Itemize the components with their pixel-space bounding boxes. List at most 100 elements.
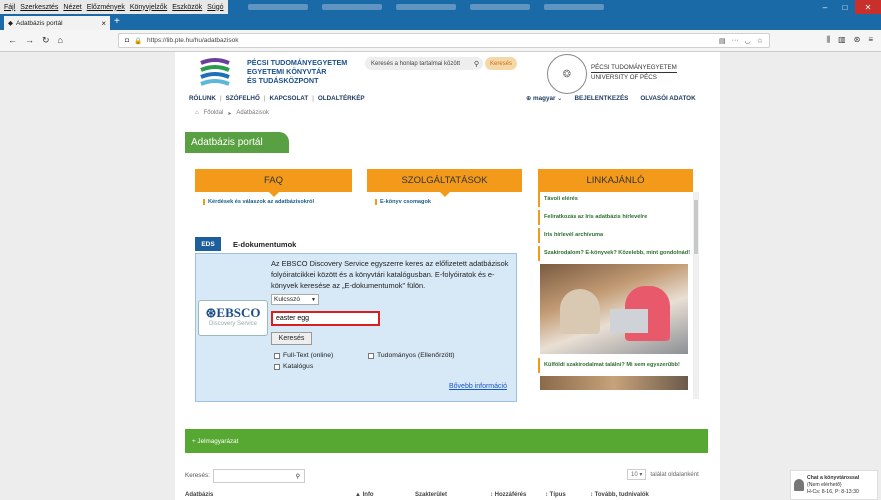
home-icon[interactable]: ⌂ <box>58 35 63 46</box>
link-list-scrollbar[interactable] <box>693 192 699 399</box>
eds-tab[interactable]: EDS <box>195 237 221 251</box>
menu-history[interactable]: Előzmények <box>87 4 125 11</box>
menu-tools[interactable]: Eszközök <box>172 4 202 11</box>
librarian-avatar-icon <box>794 479 804 491</box>
faq-link[interactable]: Kérdések és válaszok az adatbázisokról <box>203 199 314 205</box>
link-foreign-literature[interactable]: Külföldi szakirodalmat találni? Mi sem e… <box>538 358 698 373</box>
ebsco-brand: EBSCO <box>216 305 261 320</box>
catalog-label: Katalógus <box>283 363 314 370</box>
reader-view-icon[interactable]: ▤ <box>719 37 726 45</box>
language-select[interactable]: ⊕ magyar ⌄ <box>526 95 562 102</box>
catalog-checkbox[interactable]: Katalógus <box>274 363 313 370</box>
students-photo[interactable] <box>540 264 688 354</box>
maximize-icon[interactable]: □ <box>835 0 855 14</box>
main-nav: RÓLUNK | SZÓFELHŐ | KAPCSOLAT | OLDALTÉRKÉP <box>189 95 365 102</box>
menu-hamburger-icon[interactable]: ≡ <box>868 35 873 45</box>
chat-widget[interactable]: Chat a könyvtárossal (Nem elérhető) H-Cs… <box>790 470 878 500</box>
table-search-input[interactable]: ⚲ <box>213 469 305 483</box>
search-field-select[interactable]: Kulcsszó ▼ <box>271 294 319 305</box>
pocket-icon[interactable]: ◡ <box>745 37 751 45</box>
chat-status: (Nem elérhető) <box>807 481 842 488</box>
menu-list: Fájl Szerkesztés Nézet Előzmények Könyvj… <box>0 0 228 14</box>
site-search-placeholder: Keresés a honlap tartalmai között <box>371 60 461 67</box>
col-type[interactable]: ↕ Típus <box>545 492 590 498</box>
link-iris-subscribe[interactable]: Feliratkozás az Iris adatbázis hírlevélr… <box>538 210 698 225</box>
address-bar[interactable]: ◘ 🔒 https://lib.pte.hu/hu/adatbazisok ▤ … <box>118 33 770 48</box>
tab-favicon-icon: ◆ <box>8 20 13 27</box>
tab-title: Adatbázis portál <box>16 19 63 27</box>
forward-icon[interactable]: → <box>25 35 34 46</box>
more-info-link[interactable]: Bővebb információ <box>449 383 507 390</box>
col-info[interactable]: ▲ Info <box>355 492 415 498</box>
tab-bar: ◆ Adatbázis portál × + <box>0 14 881 30</box>
faq-header: FAQ <box>195 169 352 197</box>
sidebar-icon[interactable]: ▥ <box>838 35 846 45</box>
close-tab-icon[interactable]: × <box>101 19 106 28</box>
eds-query-input[interactable] <box>271 311 380 326</box>
page-actions-icon[interactable]: ··· <box>732 37 739 45</box>
eds-search-panel: Az EBSCO Discovery Service egyszerre ker… <box>195 253 517 402</box>
reader-data-link[interactable]: OLVASÓI ADATOK <box>640 95 695 102</box>
search-field-value: Kulcsszó <box>274 296 301 303</box>
nav-wordcloud[interactable]: SZÓFELHŐ <box>226 95 260 102</box>
window-controls: – □ ✕ <box>815 0 881 14</box>
link-iris-archive[interactable]: Iris hírlevél archívuma <box>538 228 698 243</box>
home-small-icon: ⌂ <box>195 110 199 116</box>
col-more[interactable]: ↕ Tovább, tudnivalók <box>590 492 649 498</box>
peer-reviewed-label: Tudományos (Ellenőrzött) <box>377 352 455 359</box>
bookmark-star-icon[interactable]: ☆ <box>757 37 763 45</box>
link-remote-access[interactable]: Távoli elérés <box>538 192 698 207</box>
ebsco-logo: ⊛EBSCO Discovery Service <box>198 300 268 336</box>
ebook-packages-link[interactable]: E-könyv csomagok <box>375 199 431 205</box>
globe-icon: ⊕ <box>526 95 532 102</box>
col-subject[interactable]: Szakterület <box>415 492 490 498</box>
article-photo[interactable] <box>540 376 688 390</box>
menu-edit[interactable]: Szerkesztés <box>20 4 58 11</box>
browser-tab[interactable]: ◆ Adatbázis portál × <box>4 16 110 30</box>
ebsco-emblem-icon: ⊛ <box>205 305 217 320</box>
eds-description: Az EBSCO Discovery Service egyszerre ker… <box>271 259 509 290</box>
col-database[interactable]: Adatbázis <box>185 492 355 498</box>
menu-view[interactable]: Nézet <box>63 4 81 11</box>
university-seal-icon[interactable]: ❂ <box>547 54 587 94</box>
legend-toggle[interactable]: + Jelmagyarázat <box>185 429 708 453</box>
library-name[interactable]: PÉCSI TUDOMÁNYEGYETEM EGYETEMI KÖNYVTÁR … <box>247 58 347 85</box>
reload-icon[interactable]: ↻ <box>42 35 50 46</box>
login-link[interactable]: BEJELENTKEZÉS <box>574 95 628 102</box>
per-page-label: találat oldalanként <box>650 471 699 478</box>
breadcrumb-home[interactable]: Főoldal <box>204 110 224 117</box>
university-name[interactable]: PÉCSI TUDOMÁNYEGYETEM UNIVERSITY OF PÉCS <box>591 64 677 82</box>
link-ebooks-article[interactable]: Szakirodalom? E-könyvek? Közelebb, mint … <box>538 246 698 261</box>
nav-sitemap[interactable]: OLDALTÉRKÉP <box>318 95 365 102</box>
fulltext-checkbox[interactable]: Full-Text (online) <box>274 352 333 359</box>
menu-bookmarks[interactable]: Könyvjelzők <box>130 4 167 11</box>
library-logo-icon[interactable] <box>197 57 233 87</box>
nav-contact[interactable]: KAPCSOLAT <box>270 95 309 102</box>
back-icon[interactable]: ← <box>8 35 17 46</box>
univ-line-2: UNIVERSITY OF PÉCS <box>591 72 677 82</box>
nav-about[interactable]: RÓLUNK <box>189 95 216 102</box>
new-tab-icon[interactable]: + <box>114 16 120 27</box>
user-nav: ⊕ magyar ⌄ BEJELENTKEZÉS OLVASÓI ADATOK <box>526 95 696 102</box>
link-recommender-header: LINKAJÁNLÓ <box>538 169 693 197</box>
close-window-icon[interactable]: ✕ <box>855 0 881 14</box>
menu-help[interactable]: Súgó <box>207 4 223 11</box>
library-icon[interactable]: ⫼ <box>826 35 830 45</box>
col-access[interactable]: ↕ Hozzáférés <box>490 492 545 498</box>
link-list: Távoli elérés Feliratkozás az Iris adatb… <box>538 192 698 399</box>
services-header: SZOLGÁLTATÁSOK <box>367 169 522 197</box>
site-search-button[interactable]: Keresés <box>485 57 517 70</box>
fulltext-label: Full-Text (online) <box>283 352 334 359</box>
site-search-input[interactable]: Keresés a honlap tartalmai között ⚲ <box>365 57 483 70</box>
peer-reviewed-checkbox[interactable]: Tudományos (Ellenőrzött) <box>368 352 455 359</box>
e-documents-tab[interactable]: E-dokumentumok <box>233 240 296 249</box>
language-label: magyar <box>533 95 556 102</box>
per-page-select[interactable]: 10 ▾ <box>627 469 647 480</box>
eds-search-button[interactable]: Keresés <box>271 332 312 345</box>
chevron-down-icon: ▼ <box>311 296 316 303</box>
extension-icon[interactable]: ⊛ <box>854 35 861 45</box>
menu-file[interactable]: Fájl <box>4 4 15 11</box>
minimize-icon[interactable]: – <box>815 0 835 14</box>
search-icon: ⚲ <box>295 473 300 480</box>
search-icon[interactable]: ⚲ <box>474 60 479 68</box>
